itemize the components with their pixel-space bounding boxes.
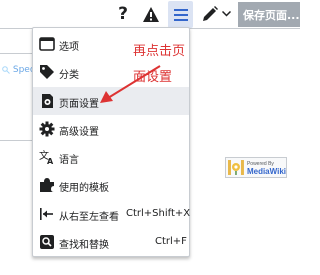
menu-item-templates-used[interactable]: 使用的模板 [33, 171, 189, 199]
rtl-icon [40, 208, 53, 220]
divider [0, 140, 34, 141]
powered-by-mediawiki-badge[interactable]: Powered By MediaWiki [225, 157, 287, 178]
svg-text:A: A [47, 157, 54, 165]
menu-item-languages[interactable]: 文 A 语言 [33, 143, 189, 171]
pencil-icon [202, 6, 218, 21]
help-button[interactable]: ? [112, 0, 134, 28]
menu-item-find-replace[interactable]: 查找和替换 Ctrl+F [33, 228, 189, 256]
save-page-button[interactable]: 保存页面... [238, 2, 300, 27]
gear-icon [39, 121, 55, 137]
tag-icon [40, 65, 54, 79]
notices-button[interactable] [138, 0, 164, 28]
editor-toolbar: ? 保存页面... [0, 0, 300, 29]
menu-item-label: 使用的模板 [59, 183, 109, 194]
hamburger-menu-icon [173, 8, 188, 21]
annotation-arrow-icon [100, 65, 161, 103]
language-icon: 文 A [39, 149, 54, 165]
mediawiki-label: MediaWiki [246, 166, 286, 176]
menu-item-label: 选项 [59, 42, 79, 53]
page-content-area: Spec [0, 29, 35, 75]
document-gear-icon [42, 94, 53, 108]
chevron-down-icon [221, 11, 231, 17]
search-replace-icon [40, 235, 54, 249]
menu-item-advanced-settings[interactable]: 高级设置 [33, 115, 189, 143]
keyboard-shortcut: Ctrl+Shift+X [126, 208, 191, 219]
search-icon [2, 65, 10, 74]
keyboard-shortcut: Ctrl+F [155, 236, 187, 247]
menu-item-label: 页面设置 [59, 99, 99, 110]
warning-icon [143, 6, 159, 22]
menu-item-label: 从右至左查看 [59, 212, 119, 223]
page-options-menu-button[interactable] [168, 1, 193, 28]
menu-item-label: 语言 [59, 155, 79, 166]
menu-item-label: 高级设置 [59, 127, 99, 138]
menu-item-label: 分类 [59, 70, 79, 81]
special-page-text: Spec [2, 65, 35, 75]
puzzle-icon [40, 178, 54, 192]
menu-item-view-rtl[interactable]: 从右至左查看 Ctrl+Shift+X [33, 200, 191, 228]
mediawiki-logo-icon [228, 160, 244, 175]
menu-item-label: 查找和替换 [59, 240, 109, 251]
window-icon [39, 37, 55, 51]
powered-by-text: Powered By MediaWiki [247, 160, 286, 176]
edit-mode-button[interactable] [196, 0, 236, 28]
